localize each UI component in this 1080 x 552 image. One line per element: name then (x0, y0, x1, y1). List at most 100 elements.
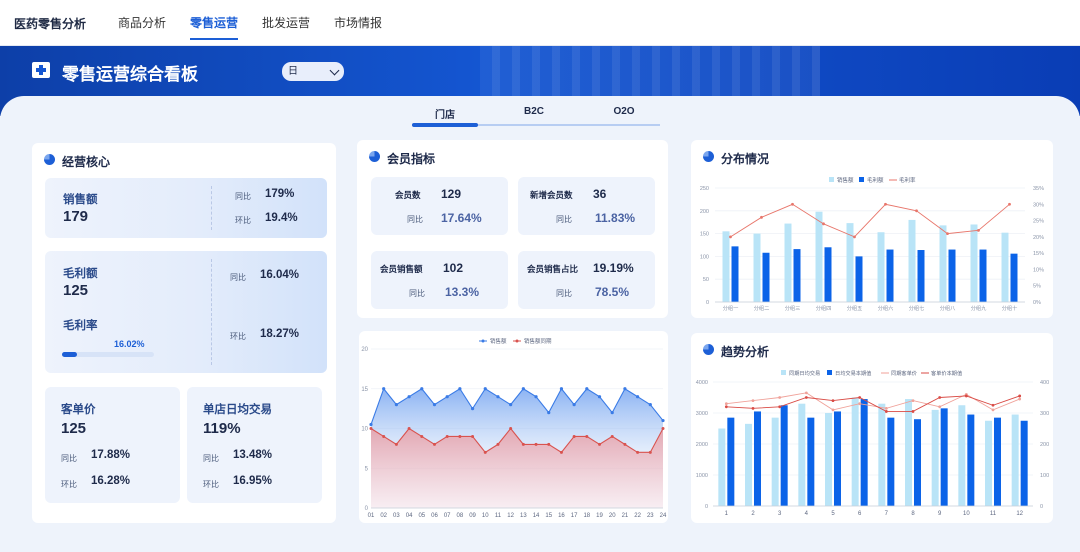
period-select[interactable]: 日 (282, 62, 344, 81)
ticket-mom-value: 16.28% (91, 475, 131, 487)
point-current-ticket (804, 396, 808, 399)
bar-prior-daily (718, 428, 726, 506)
y-tick-label: 200 (700, 209, 709, 215)
distribution-chart: 0 50 100 150 200 250 0% 5% 10% 15% 20% 25% 30% 35% 分组一… (700, 176, 1044, 312)
new-member-card[interactable]: 新增会员数 36 同比 11.83% (518, 177, 655, 235)
bar-current-daily (727, 417, 735, 506)
x-tick-label: 10 (963, 511, 970, 517)
x-tick-label: 03 (393, 513, 400, 519)
point-prior-ticket (858, 402, 862, 406)
bar-prior-daily (958, 405, 966, 506)
point-sales (648, 403, 652, 407)
y2-tick-label: 5% (1033, 284, 1041, 290)
distribution-panel: 分布情况 0 50 100 150 200 250 0% 5% 10% 15% 20% 25% 30% 3… (691, 140, 1053, 318)
legend-label: 销售额同期 (524, 337, 552, 345)
x-tick-label: 17 (571, 513, 578, 519)
tab-o2o[interactable]: O2O (583, 106, 665, 117)
bar-gross (1010, 253, 1018, 302)
x-tick-label: 19 (596, 513, 603, 519)
point-sales-prior (382, 434, 386, 438)
divider (211, 259, 212, 365)
point-sales (623, 387, 627, 391)
point-sales-prior (572, 434, 576, 438)
point-sales-prior (623, 442, 627, 446)
tab-active-indicator (412, 123, 478, 127)
x-tick-label: 18 (583, 513, 590, 519)
gross-rate-progress-fill (62, 352, 77, 357)
member-share-sub-label: 同比 (556, 289, 572, 298)
x-tick-label: 09 (469, 513, 476, 519)
point-prior-ticket (804, 391, 808, 395)
store-channel-tabs: 门店 B2C O2O (412, 106, 660, 127)
point-sales-prior (636, 450, 640, 454)
point-sales (470, 407, 475, 411)
x-tick-label: 5 (831, 511, 835, 517)
point-sales (534, 395, 538, 399)
bar-sales (815, 211, 823, 302)
bar-prior-daily (771, 417, 779, 506)
point-gross-rate (822, 222, 825, 226)
point-gross-rate (884, 202, 887, 206)
bar-gross (855, 256, 863, 302)
ticket-card[interactable]: 客单价 125 同比 17.88% 环比 16.28% (45, 387, 180, 503)
x-tick-label: 12 (1016, 511, 1023, 517)
point-current-ticket (964, 394, 968, 398)
ticket-value: 125 (61, 420, 87, 437)
bar-current-daily (780, 405, 788, 506)
x-tick-label: 20 (609, 513, 616, 519)
legend-swatch-prior-dot (515, 339, 519, 343)
gross-yoy-label: 同比 (230, 273, 246, 282)
point-current-ticket (938, 396, 942, 399)
tab-product-analysis[interactable]: 商品分析 (118, 0, 166, 46)
x-tick-label: 04 (406, 513, 413, 519)
bar-current-daily (914, 419, 921, 506)
x-tick-label: 07 (444, 513, 451, 519)
point-gross-rate (729, 235, 732, 239)
x-tick-label: 21 (622, 513, 629, 519)
member-count-sub-label: 同比 (407, 215, 423, 224)
bar-sales (877, 232, 885, 302)
point-sales (610, 411, 614, 415)
daily-transaction-card[interactable]: 单店日均交易 119% 同比 13.48% 环比 16.95% (187, 387, 322, 503)
point-sales (572, 403, 576, 407)
bar-sales (939, 225, 947, 302)
point-sales (509, 403, 513, 407)
y2-tick-label: 100 (1040, 473, 1049, 479)
ticket-yoy-label: 同比 (61, 454, 77, 463)
x-tick-label: 22 (634, 513, 641, 519)
y-tick-label: 0 (365, 506, 369, 512)
bar-sales (1001, 232, 1009, 302)
y2-tick-label: 30% (1033, 202, 1044, 208)
x-tick-label: 15 (545, 513, 552, 519)
point-sales-prior (394, 442, 398, 446)
tab-retail-operation[interactable]: 零售运营 (190, 0, 239, 46)
tab-store[interactable]: 门店 (404, 106, 486, 121)
x-tick-label: 分组五 (847, 304, 863, 312)
bar-gross (824, 247, 832, 302)
y2-tick-label: 0 (1040, 504, 1043, 510)
point-gross-rate (760, 215, 763, 219)
point-sales (432, 403, 437, 407)
member-share-value: 19.19% (593, 261, 634, 275)
x-tick-label: 08 (457, 513, 464, 519)
member-sales-share-card[interactable]: 会员销售占比 19.19% 同比 78.5% (518, 251, 655, 309)
tab-market-intelligence[interactable]: 市场情报 (334, 0, 382, 46)
member-sales-card[interactable]: 会员销售额 102 同比 13.3% (371, 251, 508, 309)
point-prior-ticket (724, 402, 728, 406)
line-gross-rate (730, 203, 1010, 238)
bar-gross (948, 249, 956, 302)
daily-label: 单店日均交易 (203, 404, 272, 416)
point-sales (661, 418, 665, 423)
tab-b2c[interactable]: B2C (493, 106, 575, 117)
x-tick-label: 4 (805, 511, 809, 517)
point-current-ticket (911, 410, 915, 413)
bar-gross (762, 252, 770, 302)
tab-wholesale-operation[interactable]: 批发运营 (262, 0, 310, 46)
sales-mom-label: 环比 (235, 216, 251, 225)
member-count-sub-value: 17.64% (441, 211, 482, 225)
member-count-card[interactable]: 会员数 129 同比 17.64% (371, 177, 508, 235)
sales-card[interactable]: 销售额 179 同比 179% 环比 19.4% (45, 178, 327, 238)
y-tick-label: 0 (706, 300, 709, 306)
bar-prior-daily (905, 399, 912, 506)
x-tick-label: 6 (858, 511, 862, 517)
